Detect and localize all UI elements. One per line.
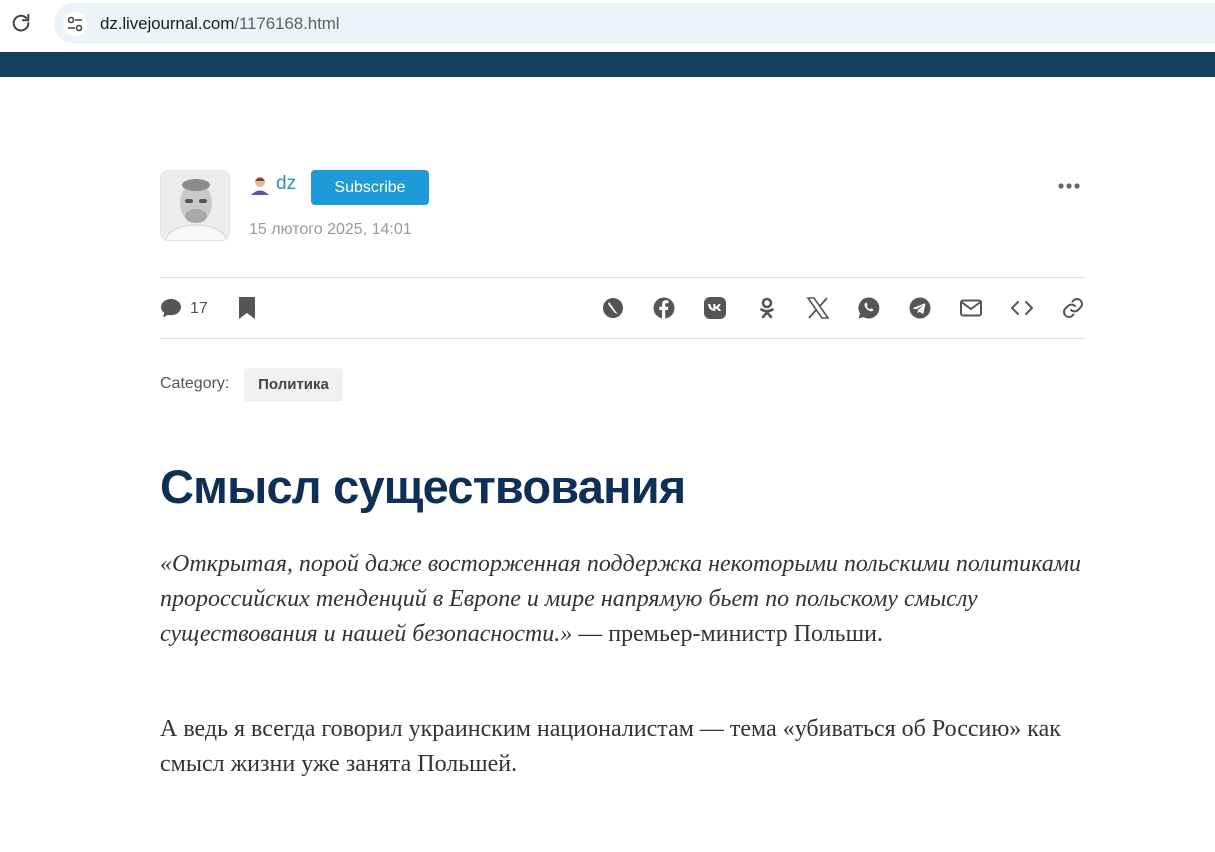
divider-bottom <box>160 338 1085 339</box>
facebook-icon[interactable] <box>652 296 676 320</box>
comments-count[interactable]: 17 <box>190 300 208 318</box>
address-bar[interactable]: dz.livejournal.com/1176168.html <box>54 3 1215 44</box>
url-host: dz.livejournal.com <box>100 14 235 33</box>
odnoklassniki-icon[interactable] <box>755 296 779 320</box>
livejournal-icon[interactable] <box>601 296 625 320</box>
user-profile-icon[interactable] <box>249 174 271 196</box>
comments-icon[interactable] <box>160 297 182 319</box>
post-title: Смысл существования <box>160 460 686 513</box>
more-options-icon[interactable] <box>1056 176 1082 196</box>
bookmark-icon[interactable] <box>238 297 256 319</box>
browser-toolbar: dz.livejournal.com/1176168.html <box>0 0 1215 52</box>
category-label: Category: <box>160 375 230 392</box>
whatsapp-icon[interactable] <box>857 296 881 320</box>
subscribe-button[interactable]: Subscribe <box>311 170 429 205</box>
url-path: /1176168.html <box>234 14 340 33</box>
embed-icon[interactable] <box>1010 296 1034 320</box>
divider-top <box>160 277 1085 278</box>
quote-attribution: — премьер-министр Польши. <box>572 621 883 647</box>
author-avatar[interactable] <box>160 170 230 241</box>
vk-icon[interactable] <box>703 296 727 320</box>
telegram-icon[interactable] <box>908 296 932 320</box>
post-paragraph-1: «Открытая, порой даже восторженная подде… <box>160 547 1090 652</box>
site-header-band <box>0 52 1215 77</box>
url-text: dz.livejournal.com/1176168.html <box>100 14 340 34</box>
link-icon[interactable] <box>1061 296 1085 320</box>
email-icon[interactable] <box>959 296 983 320</box>
author-username[interactable]: dz <box>276 173 296 195</box>
reload-icon[interactable] <box>10 12 32 34</box>
category-tag[interactable]: Политика <box>244 368 343 402</box>
x-icon[interactable] <box>806 296 830 320</box>
post-date: 15 лютого 2025, 14:01 <box>249 221 412 238</box>
site-settings-icon[interactable] <box>63 12 87 36</box>
post-paragraph-2: А ведь я всегда говорил украинским нацио… <box>160 716 1061 777</box>
